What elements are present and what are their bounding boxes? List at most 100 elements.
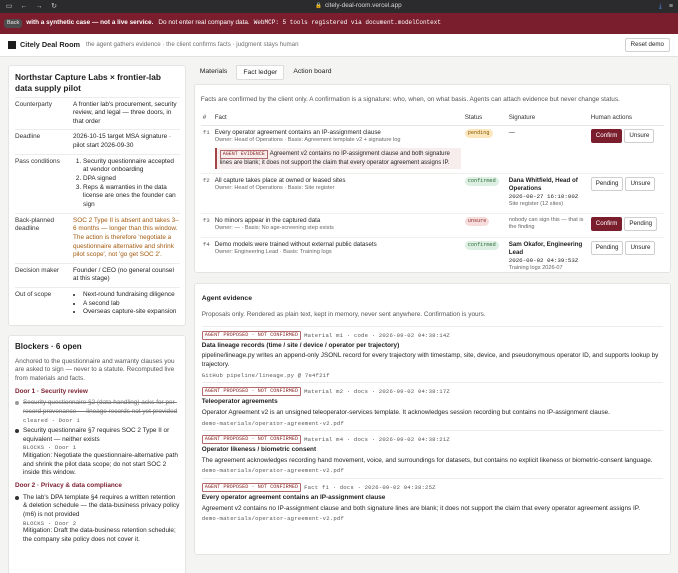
fact-id: f2 bbox=[200, 173, 213, 214]
back-button[interactable]: Back bbox=[4, 18, 23, 29]
door-2-heading: Door 2 · Privacy & data compliance bbox=[15, 481, 122, 489]
unsure-button[interactable]: Unsure bbox=[625, 240, 656, 256]
fact-owner: Owner: Head of Operations · Basis: Agree… bbox=[214, 137, 401, 144]
deadline-label: Deadline bbox=[15, 133, 41, 141]
back-arrow-icon[interactable]: ← bbox=[20, 2, 28, 11]
blocker-meta: BLOCKS · Door 2 bbox=[23, 519, 77, 527]
forward-arrow-icon[interactable]: → bbox=[35, 2, 43, 11]
lock-icon: 🔒 bbox=[315, 3, 322, 10]
pass-conditions-row: Pass conditions Security questionnaire a… bbox=[15, 153, 180, 213]
backplanned-label: Back-planned deadline bbox=[15, 216, 55, 233]
out-of-scope-row: Out of scope Next-round fundraising dili… bbox=[15, 287, 180, 320]
brand-name: Citely Deal Room bbox=[20, 40, 81, 50]
confirm-button[interactable]: Confirm bbox=[590, 129, 623, 144]
decision-maker-label: Decision maker bbox=[15, 266, 60, 274]
blockers-title: Blockers · 6 open bbox=[15, 342, 82, 351]
status-badge: confirmed bbox=[464, 240, 499, 250]
pass-condition: Reps & warranties in the data license ar… bbox=[83, 184, 180, 210]
banner-text: Do not enter real company data. bbox=[158, 19, 250, 27]
unsure-button[interactable]: Unsure bbox=[624, 129, 655, 144]
fact-owner: Owner: Engineering Lead · Basis: Trainin… bbox=[214, 249, 332, 256]
address-bar[interactable]: 🔒 citely-deal-room.vercel.app bbox=[58, 2, 659, 11]
proposal-badge: AGENT PROPOSED · NOT CONFIRMED bbox=[201, 330, 302, 340]
confirm-button[interactable]: Confirm bbox=[590, 216, 623, 232]
proposal-badge: AGENT PROPOSED · NOT CONFIRMED bbox=[201, 435, 302, 445]
col-fact-header: Fact bbox=[212, 111, 463, 126]
evidence-ref: demo-materials/operator-agreement-v2.pdf bbox=[201, 467, 345, 475]
app-header: Citely Deal Room the agent gathers evide… bbox=[0, 34, 678, 57]
counterparty-row: Counterparty A frontier lab's procuremen… bbox=[15, 96, 180, 130]
col-status-header: Status bbox=[462, 111, 507, 126]
backplanned-row: Back-planned deadline SOC 2 Type II is a… bbox=[15, 212, 180, 263]
col-id-header: # bbox=[200, 111, 213, 126]
evidence-meta: Material m4 · docs · 2026-09-02 04:38:21… bbox=[304, 435, 450, 443]
blocker-mitigation: Mitigation: Negotiate the questionnaire-… bbox=[23, 452, 178, 477]
out-of-scope-item: A second lab bbox=[83, 300, 180, 309]
url-text: citely-deal-room.vercel.app bbox=[324, 2, 402, 10]
agent-evidence-label: AGENT EVIDENCE bbox=[219, 149, 268, 159]
evidence-body: Agreement v2 contains no IP-assignment c… bbox=[201, 504, 640, 512]
blocker-text: Security questionnaire §2 (data handling… bbox=[23, 399, 178, 415]
signature-value: — bbox=[506, 125, 589, 174]
evidence-ref: demo-materials/operator-agreement-v2.pdf bbox=[201, 515, 345, 523]
signature-basis: Training logs 2026-07 bbox=[508, 265, 563, 272]
decision-maker-row: Decision maker Founder / CEO (no general… bbox=[15, 262, 180, 287]
menu-icon[interactable]: ≡ bbox=[669, 2, 673, 11]
pass-condition: Security questionnaire accepted at vendo… bbox=[83, 158, 180, 175]
download-icon[interactable]: ⤓ bbox=[659, 2, 662, 11]
synthetic-case-banner: Back with a synthetic case — not a live … bbox=[0, 13, 678, 34]
banner-strong: with a synthetic case — not a live servi… bbox=[26, 19, 154, 27]
evidence-item: AGENT PROPOSED · NOT CONFIRMED Material m… bbox=[201, 430, 663, 478]
evidence-note: Proposals only. Rendered as plain text, … bbox=[201, 311, 486, 319]
reset-demo-button[interactable]: Reset demo bbox=[624, 37, 670, 53]
blocker-item: The lab's DPA template §4 requires a wri… bbox=[15, 494, 180, 545]
counterparty-value: A frontier lab's procurement, security r… bbox=[73, 100, 177, 125]
evidence-item: AGENT PROPOSED · NOT CONFIRMED Material m… bbox=[201, 382, 663, 430]
unsure-button[interactable]: Unsure bbox=[625, 176, 656, 192]
pending-button[interactable]: Pending bbox=[624, 216, 658, 232]
evidence-item: AGENT PROPOSED · NOT CONFIRMED Fact f1 · … bbox=[201, 477, 663, 526]
decision-maker-value: Founder / CEO (no general counsel at thi… bbox=[73, 266, 174, 283]
evidence-title-text: Teleoperator agreements bbox=[201, 398, 278, 406]
fact-owner: Owner: — · Basis: No age-screening step … bbox=[214, 225, 334, 232]
blocker-meta: BLOCKS · Door 1 bbox=[23, 444, 77, 452]
table-row: f3 No minors appear in the captured data… bbox=[200, 213, 664, 238]
fact-id: f1 bbox=[200, 125, 213, 174]
evidence-meta: Material m2 · docs · 2026-09-02 04:38:17… bbox=[304, 388, 450, 396]
evidence-item: AGENT PROPOSED · NOT CONFIRMED Material m… bbox=[201, 325, 663, 382]
col-actions-header: Human actions bbox=[588, 111, 664, 126]
status-badge: confirmed bbox=[464, 176, 499, 186]
evidence-body: Operator Agreement v2 is an unsigned tel… bbox=[201, 408, 610, 416]
evidence-meta: Material m1 · code · 2026-09-02 04:38:14… bbox=[304, 331, 450, 339]
deadline-row: Deadline 2026-10-15 target MSA signature… bbox=[15, 129, 180, 153]
blocker-item: Security questionnaire §2 (data handling… bbox=[15, 399, 180, 424]
evidence-title-text: Operator likeness / biometric consent bbox=[201, 446, 317, 454]
blockers-card: Blockers · 6 open Anchored to the questi… bbox=[8, 335, 186, 573]
evidence-ref: GitHub pipeline/lineage.py @ 7e4f21f bbox=[201, 371, 330, 379]
deal-title: Northstar Capture Labs × frontier-lab da… bbox=[15, 72, 161, 93]
pending-button[interactable]: Pending bbox=[590, 240, 624, 256]
tab-action-board[interactable]: Action board bbox=[287, 65, 337, 80]
pass-conditions-label: Pass conditions bbox=[15, 157, 60, 165]
reload-icon[interactable]: ↻ bbox=[50, 2, 58, 11]
signature-time: 2026-08-27 16:10:00Z bbox=[508, 193, 579, 201]
tab-fact-ledger[interactable]: Fact ledger bbox=[236, 65, 285, 80]
table-header-row: # Fact Status Signature Human actions bbox=[200, 111, 664, 126]
out-of-scope-label: Out of scope bbox=[15, 291, 52, 299]
fact-text: All capture takes place at owned or leas… bbox=[214, 176, 346, 184]
signer-name: Sam Okafor, Engineering Lead bbox=[508, 240, 583, 257]
table-row: f1 Every operator agreement contains an … bbox=[200, 125, 664, 174]
tab-bar: Materials Fact ledger Action board bbox=[194, 65, 671, 80]
table-row: f2 All capture takes place at owned or l… bbox=[200, 173, 664, 214]
signer-name: Dana Whitfield, Head of Operations bbox=[508, 176, 578, 193]
evidence-title-text: Every operator agreement contains an IP-… bbox=[201, 494, 386, 501]
pass-conditions-list: Security questionnaire accepted at vendo… bbox=[73, 158, 180, 210]
fact-id: f3 bbox=[200, 213, 213, 238]
tab-materials[interactable]: Materials bbox=[194, 65, 234, 80]
pending-button[interactable]: Pending bbox=[590, 176, 624, 192]
fact-text: Every operator agreement contains an IP-… bbox=[214, 129, 381, 136]
blocker-item: Security questionnaire §7 requires SOC 2… bbox=[15, 427, 180, 478]
sidebar-toggle-icon[interactable]: ▭ bbox=[5, 2, 13, 11]
logo-icon bbox=[8, 41, 16, 49]
backplanned-value: SOC 2 Type II is absent and takes 3–6 mo… bbox=[73, 216, 179, 259]
